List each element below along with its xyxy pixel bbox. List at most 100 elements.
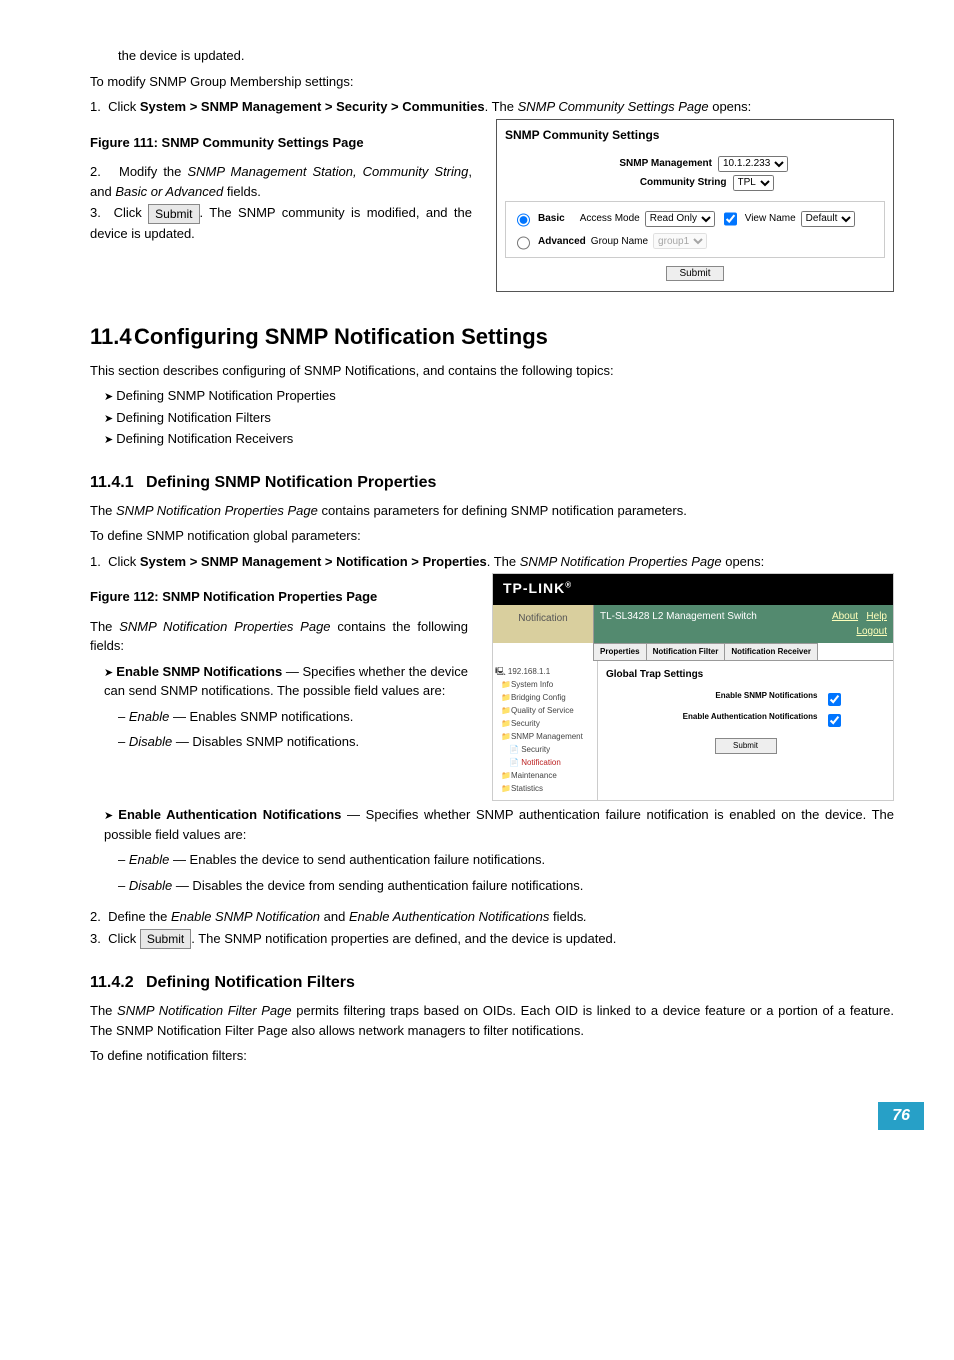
desc: The SNMP Notification Properties Page co…: [90, 617, 468, 656]
step-3: 3. Click Submit. The SNMP community is m…: [90, 203, 472, 243]
access-select[interactable]: Read Only: [645, 211, 715, 227]
f2-label: Enable Authentication Notifications: [648, 711, 818, 730]
t: opens:: [722, 554, 765, 569]
t: The: [90, 619, 119, 634]
page-name: SNMP Notification Properties Page: [520, 554, 722, 569]
t: Click: [108, 554, 140, 569]
sub-title: Defining SNMP Notification Properties: [146, 474, 436, 491]
logout-link[interactable]: Logout: [856, 624, 887, 639]
t: . The: [487, 554, 520, 569]
tree-sysinfo[interactable]: System Info: [495, 679, 595, 691]
viewname-check[interactable]: [724, 211, 737, 227]
about-link[interactable]: About: [832, 611, 858, 622]
device-name: TL-SL3428 L2 Management Switch: [600, 609, 757, 639]
tree-security[interactable]: Security: [495, 718, 595, 730]
fields2: Basic or Advanced: [115, 184, 223, 199]
figure-111-caption: Figure 111: SNMP Community Settings Page: [90, 133, 472, 153]
help-link[interactable]: Help: [866, 611, 887, 622]
tree-bridging[interactable]: Bridging Config: [495, 692, 595, 704]
t: — Enables the device to send authenticat…: [169, 852, 545, 867]
pn: SNMP Notification Properties Page: [119, 619, 330, 634]
intro-modify: To modify SNMP Group Membership settings…: [90, 72, 894, 92]
t: — Disables the device from sending authe…: [172, 878, 583, 893]
p: The SNMP Notification Properties Page co…: [90, 501, 894, 521]
viewname-select[interactable]: Default: [801, 211, 855, 227]
tab-receiver[interactable]: Notification Receiver: [724, 643, 818, 660]
subsection-11-4-2: 11.4.2Defining Notification Filters: [90, 971, 894, 995]
group-select[interactable]: group1: [653, 233, 707, 249]
tree-snmp[interactable]: SNMP Management: [495, 731, 595, 743]
figure-112-caption: Figure 112: SNMP Notification Properties…: [90, 587, 468, 607]
path: System > SNMP Management > Notification …: [140, 554, 487, 569]
figure-111: SNMP Community Settings SNMP Management …: [496, 119, 894, 292]
section-num: 11.4: [90, 320, 134, 353]
sub-num2: 11.4.2: [90, 971, 146, 995]
v: Enable: [129, 852, 169, 867]
f: Enable Authentication Notifications: [349, 909, 549, 924]
topic-list: Defining SNMP Notification Properties De…: [104, 386, 894, 449]
sub-num: 11.4.1: [90, 471, 146, 495]
page-number: 76: [878, 1102, 924, 1130]
f: Enable SNMP Notification: [171, 909, 320, 924]
p: To define SNMP notification global param…: [90, 526, 894, 546]
p: To define notification filters:: [90, 1046, 894, 1066]
tab-properties[interactable]: Properties: [593, 643, 647, 660]
mgmt-label: SNMP Management: [602, 156, 712, 171]
figure-112: TP-LINK® Notification TL-SL3428 L2 Manag…: [492, 573, 894, 801]
p: The SNMP Notification Filter Page permit…: [90, 1001, 894, 1040]
t: — Enables SNMP notifications.: [169, 709, 353, 724]
bullet-enable-auth: Enable Authentication Notifications — Sp…: [104, 805, 894, 844]
path: System > SNMP Management > Security > Co…: [140, 99, 485, 114]
section-title: Configuring SNMP Notification Settings: [134, 324, 548, 349]
tplink-logo: TP-LINK®: [493, 574, 893, 605]
t: Click: [108, 99, 140, 114]
t: Modify the: [119, 164, 187, 179]
viewname-label: View Name: [745, 211, 796, 226]
tab-filter[interactable]: Notification Filter: [646, 643, 726, 660]
opt-enable-auth: Enable — Enables the device to send auth…: [118, 850, 894, 870]
basic-label: Basic: [538, 211, 565, 226]
nav-title: Notification: [493, 605, 594, 643]
h3a-step3: 3. Click Submit. The SNMP notification p…: [90, 929, 894, 950]
fig111-submit[interactable]: Submit: [666, 266, 723, 281]
tree-maint[interactable]: Maintenance: [495, 770, 595, 782]
tree-notification[interactable]: 📄 Notification: [495, 757, 595, 769]
advanced-radio[interactable]: [517, 235, 530, 251]
tree-snmp-sec[interactable]: 📄 Security: [495, 744, 595, 756]
nav-tree: 🖳 192.168.1.1 System Info Bridging Confi…: [493, 661, 598, 800]
lbl: Enable SNMP Notifications: [116, 664, 282, 679]
basic-radio[interactable]: [517, 212, 530, 228]
tree-stats[interactable]: Statistics: [495, 783, 595, 795]
submit-button-inline[interactable]: Submit: [148, 204, 199, 224]
fig112-submit[interactable]: Submit: [715, 738, 777, 754]
f1-check[interactable]: [828, 693, 841, 706]
t: and: [320, 909, 349, 924]
subsection-11-4-1: 11.4.1Defining SNMP Notification Propert…: [90, 471, 894, 495]
f1-label: Enable SNMP Notifications: [648, 690, 818, 709]
submit-button-inline-2[interactable]: Submit: [140, 929, 191, 949]
fig111-title: SNMP Community Settings: [505, 126, 885, 144]
cs-label: Community String: [617, 175, 727, 190]
section-intro: This section describes configuring of SN…: [90, 361, 894, 381]
t: The: [90, 503, 116, 518]
h3a-step1: 1. Click System > SNMP Management > Noti…: [90, 552, 894, 572]
v: Enable: [129, 709, 169, 724]
lbl: Enable Authentication Notifications: [118, 807, 341, 822]
mgmt-select[interactable]: 10.1.2.233: [718, 156, 788, 172]
topic-a: Defining SNMP Notification Properties: [104, 386, 894, 406]
h3a-step2: 2. Define the Enable SNMP Notification a…: [90, 907, 894, 927]
advanced-label: Advanced: [538, 234, 586, 249]
t: The: [90, 1003, 117, 1018]
page-footer: 76: [90, 1106, 894, 1130]
page-name: SNMP Notification Properties Page: [116, 503, 318, 518]
t: contains parameters for defining SNMP no…: [318, 503, 687, 518]
tree-qos[interactable]: Quality of Service: [495, 705, 595, 717]
t: .: [583, 909, 587, 924]
main-title: Global Trap Settings: [606, 667, 885, 682]
tree-ip[interactable]: 🖳 192.168.1.1: [495, 666, 595, 678]
topic-c: Defining Notification Receivers: [104, 429, 894, 449]
cs-select[interactable]: TPL: [733, 175, 774, 191]
v: Disable: [129, 734, 172, 749]
opt-disable: Disable — Disables SNMP notifications.: [118, 732, 468, 752]
f2-check[interactable]: [828, 714, 841, 727]
